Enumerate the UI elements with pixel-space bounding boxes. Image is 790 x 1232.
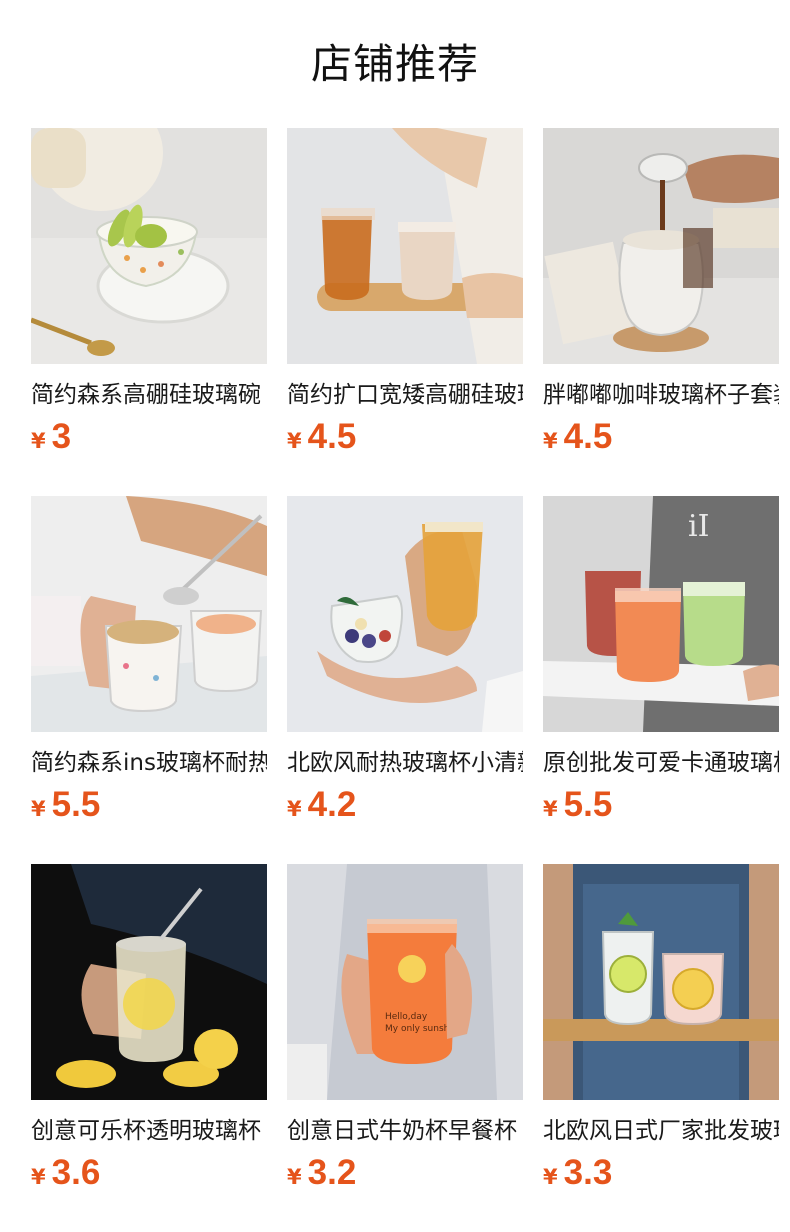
currency-symbol: ¥ — [31, 797, 46, 821]
product-card[interactable]: iI 原创批发可爱卡通玻璃杯 ¥5.5 — [543, 496, 779, 836]
product-name[interactable]: 原创批发可爱卡通玻璃杯 — [543, 746, 779, 780]
currency-symbol: ¥ — [543, 429, 558, 453]
product-name[interactable]: 简约森系高硼硅玻璃碗 — [31, 378, 267, 412]
product-image[interactable] — [287, 128, 523, 364]
svg-text:iI: iI — [688, 509, 709, 544]
product-image[interactable] — [543, 128, 779, 364]
product-image[interactable] — [31, 496, 267, 732]
product-name[interactable]: 简约扩口宽矮高硼硅玻璃杯 — [287, 378, 523, 412]
currency-symbol: ¥ — [287, 429, 302, 453]
price-value: 3.6 — [51, 1153, 101, 1192]
currency-symbol: ¥ — [31, 1165, 46, 1189]
product-price: ¥3 — [31, 416, 71, 458]
price-value: 3.2 — [307, 1153, 357, 1192]
price-value: 5.5 — [51, 785, 101, 824]
currency-symbol: ¥ — [287, 1165, 302, 1189]
price-value: 4.5 — [307, 417, 357, 456]
product-price: ¥4.5 — [543, 416, 612, 458]
product-image[interactable] — [31, 864, 267, 1100]
currency-symbol: ¥ — [287, 797, 302, 821]
currency-symbol: ¥ — [543, 1165, 558, 1189]
product-card[interactable]: Hello,day My only sunshine 创意日式牛奶杯早餐杯 ¥3… — [287, 864, 523, 1204]
product-price: ¥4.5 — [287, 416, 356, 458]
product-image[interactable]: iI — [543, 496, 779, 732]
product-card[interactable]: 简约森系ins玻璃杯耐热 ¥5.5 — [31, 496, 267, 836]
product-image[interactable] — [543, 864, 779, 1100]
product-price: ¥5.5 — [543, 784, 612, 826]
product-name[interactable]: 胖嘟嘟咖啡玻璃杯子套装 — [543, 378, 779, 412]
currency-symbol: ¥ — [31, 429, 46, 453]
product-card[interactable]: 北欧风耐热玻璃杯小清新 ¥4.2 — [287, 496, 523, 836]
product-image[interactable] — [31, 128, 267, 364]
product-card[interactable]: 简约扩口宽矮高硼硅玻璃杯 ¥4.5 — [287, 128, 523, 468]
product-name[interactable]: 北欧风日式厂家批发玻璃杯 — [543, 1114, 779, 1148]
product-image[interactable] — [287, 496, 523, 732]
currency-symbol: ¥ — [543, 797, 558, 821]
price-value: 4.5 — [563, 417, 613, 456]
product-card[interactable]: 胖嘟嘟咖啡玻璃杯子套装 ¥4.5 — [543, 128, 779, 468]
product-card[interactable]: 创意可乐杯透明玻璃杯 ¥3.6 — [31, 864, 267, 1204]
product-card[interactable]: 北欧风日式厂家批发玻璃杯 ¥3.3 — [543, 864, 779, 1204]
price-value: 3.3 — [563, 1153, 613, 1192]
product-price: ¥4.2 — [287, 784, 356, 826]
product-price: ¥5.5 — [31, 784, 100, 826]
product-price: ¥3.2 — [287, 1152, 356, 1194]
product-name[interactable]: 创意可乐杯透明玻璃杯 — [31, 1114, 267, 1148]
product-name[interactable]: 创意日式牛奶杯早餐杯 — [287, 1114, 523, 1148]
product-price: ¥3.3 — [543, 1152, 612, 1194]
product-card[interactable]: 简约森系高硼硅玻璃碗 ¥3 — [31, 128, 267, 468]
header: 店铺推荐 — [0, 0, 790, 128]
page-title: 店铺推荐 — [311, 40, 479, 88]
product-name[interactable]: 北欧风耐热玻璃杯小清新 — [287, 746, 523, 780]
product-image[interactable]: Hello,day My only sunshine — [287, 864, 523, 1100]
price-value: 3 — [51, 417, 72, 456]
product-price: ¥3.6 — [31, 1152, 100, 1194]
price-value: 4.2 — [307, 785, 357, 824]
price-value: 5.5 — [563, 785, 613, 824]
product-name[interactable]: 简约森系ins玻璃杯耐热 — [31, 746, 267, 780]
svg-text:Hello,day: Hello,day — [385, 1012, 428, 1022]
